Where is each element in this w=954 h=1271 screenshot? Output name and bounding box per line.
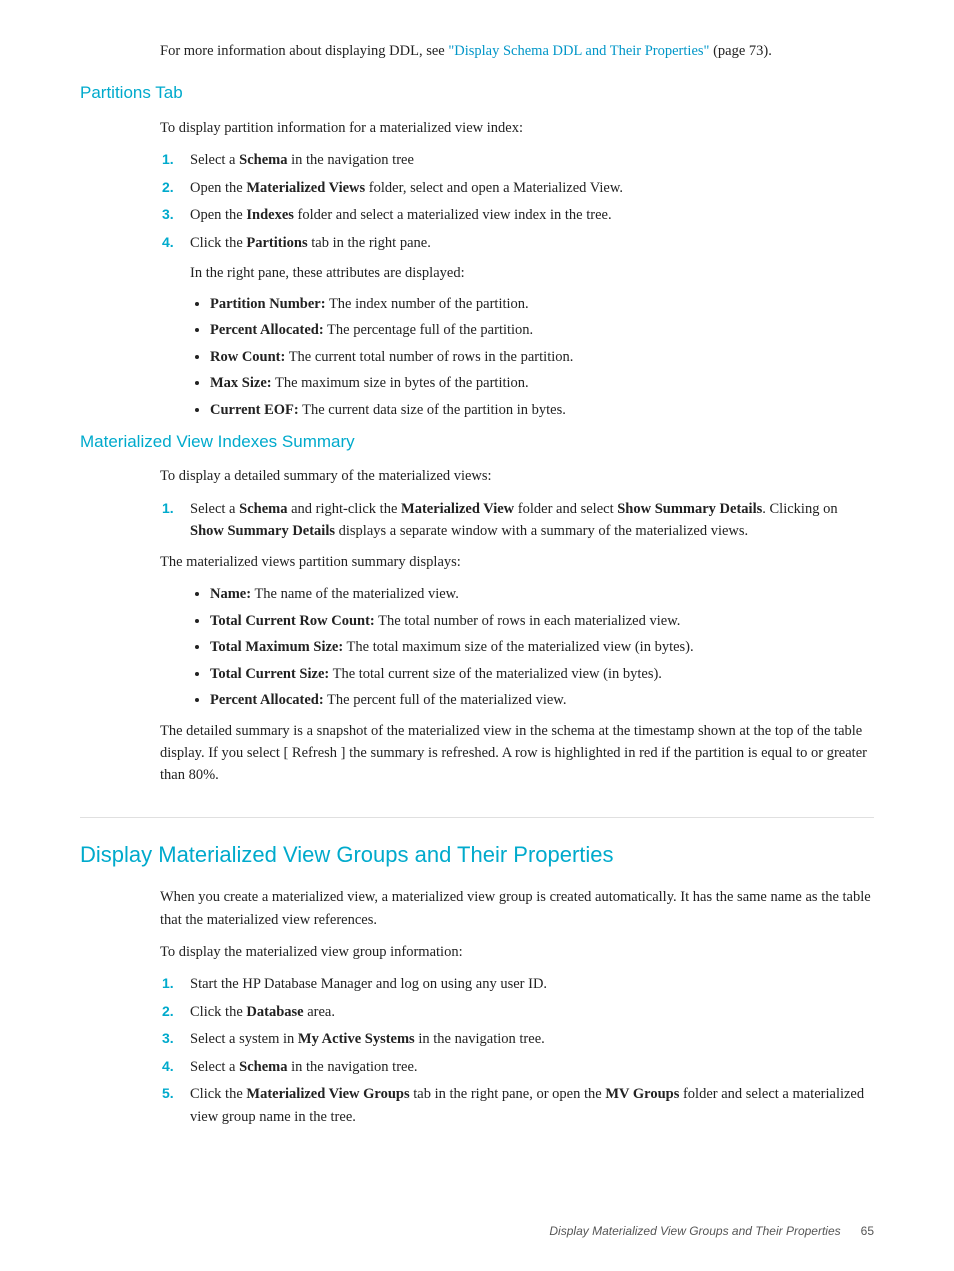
intro-link[interactable]: "Display Schema DDL and Their Properties… [448,43,709,59]
mv-indexes-steps: 1. Select a Schema and right-click the M… [80,498,874,543]
attributes-list: Partition Number: The index number of th… [80,293,874,421]
mv-groups-step-3: 3. Select a system in My Active Systems … [190,1028,874,1050]
attributes-intro: In the right pane, these attributes are … [80,262,874,284]
attribute-max-size: Max Size: The maximum size in bytes of t… [210,372,874,394]
attribute-current-eof: Current EOF: The current data size of th… [210,399,874,421]
page-footer: Display Materialized View Groups and The… [549,1222,874,1241]
partitions-steps-list: 1. Select a Schema in the navigation tre… [80,149,874,254]
footer-page-num: 65 [861,1222,874,1241]
partitions-step-3: 3. Open the Indexes folder and select a … [190,204,874,226]
summary-name: Name: The name of the materialized view. [210,583,874,605]
summary-total-max-size: Total Maximum Size: The total maximum si… [210,636,874,658]
partitions-step-1: 1. Select a Schema in the navigation tre… [190,149,874,171]
partitions-tab-heading: Partitions Tab [80,80,874,106]
mv-indexes-intro: To display a detailed summary of the mat… [80,465,874,487]
mv-groups-para2: To display the materialized view group i… [80,941,874,963]
summary-intro: The materialized views partition summary… [80,551,874,573]
partitions-tab-intro: To display partition information for a m… [80,117,874,139]
mv-indexes-summary-heading: Materialized View Indexes Summary [80,429,874,455]
summary-items-list: Name: The name of the materialized view.… [80,583,874,711]
attribute-row-count: Row Count: The current total number of r… [210,346,874,368]
intro-suffix: (page 73). [709,43,771,59]
mv-indexes-step-1: 1. Select a Schema and right-click the M… [190,498,874,543]
summary-total-row-count: Total Current Row Count: The total numbe… [210,610,874,632]
detail-snapshot-text: The detailed summary is a snapshot of th… [80,720,874,787]
display-mv-groups-heading: Display Materialized View Groups and The… [80,817,874,872]
summary-percent-allocated: Percent Allocated: The percent full of t… [210,689,874,711]
mv-groups-step-4: 4. Select a Schema in the navigation tre… [190,1056,874,1078]
attribute-partition-number: Partition Number: The index number of th… [210,293,874,315]
mv-groups-step-5: 5. Click the Materialized View Groups ta… [190,1083,874,1128]
intro-paragraph: For more information about displaying DD… [80,40,874,62]
mv-groups-steps: 1. Start the HP Database Manager and log… [80,973,874,1128]
mv-groups-para1: When you create a materialized view, a m… [80,886,874,931]
attribute-percent-allocated: Percent Allocated: The percentage full o… [210,319,874,341]
summary-total-current-size: Total Current Size: The total current si… [210,663,874,685]
intro-text: For more information about displaying DD… [160,43,448,59]
footer-title: Display Materialized View Groups and The… [549,1222,840,1241]
mv-groups-step-1: 1. Start the HP Database Manager and log… [190,973,874,995]
partitions-step-4: 4. Click the Partitions tab in the right… [190,232,874,254]
mv-groups-step-2: 2. Click the Database area. [190,1001,874,1023]
partitions-step-2: 2. Open the Materialized Views folder, s… [190,177,874,199]
